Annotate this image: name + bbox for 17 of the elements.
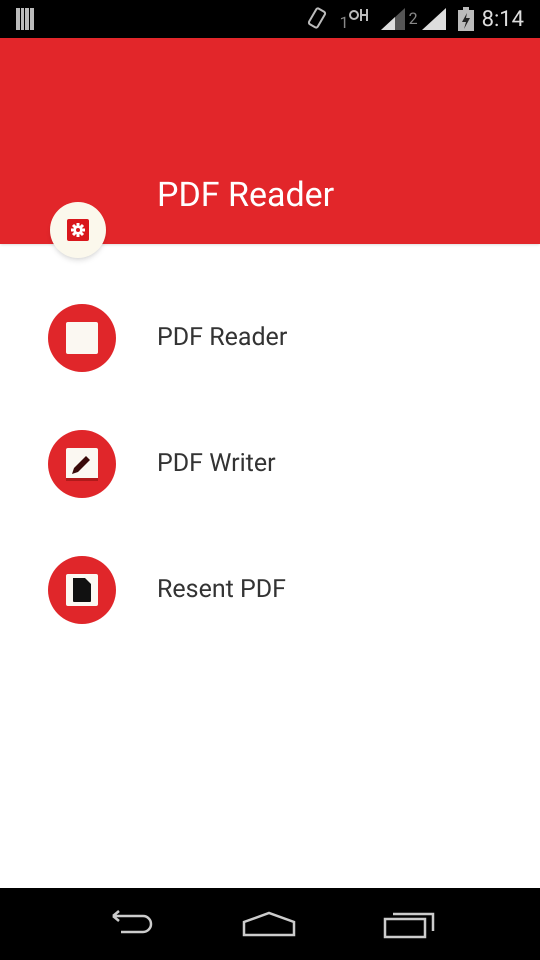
menu-item[interactable]: PDF Reader (157, 319, 288, 357)
battery-icon (458, 7, 474, 31)
signal-icon (422, 8, 446, 30)
menu-item[interactable]: PDF Writer (157, 445, 276, 483)
barcode-icon (16, 8, 34, 30)
document-icon (48, 556, 116, 624)
pencil-icon (48, 430, 116, 498)
menu-item[interactable]: Resent PDF (157, 571, 286, 609)
app-title: PDF Reader (157, 178, 334, 212)
settings-button[interactable] (50, 202, 106, 258)
sim-number: 1 (340, 12, 349, 34)
signal-icon (380, 8, 405, 30)
data-icon (348, 8, 369, 22)
settings-icon (67, 219, 89, 241)
clock: 8:14 (482, 6, 524, 34)
sim-number: 2 (408, 8, 418, 30)
home-icon[interactable] (241, 910, 297, 938)
